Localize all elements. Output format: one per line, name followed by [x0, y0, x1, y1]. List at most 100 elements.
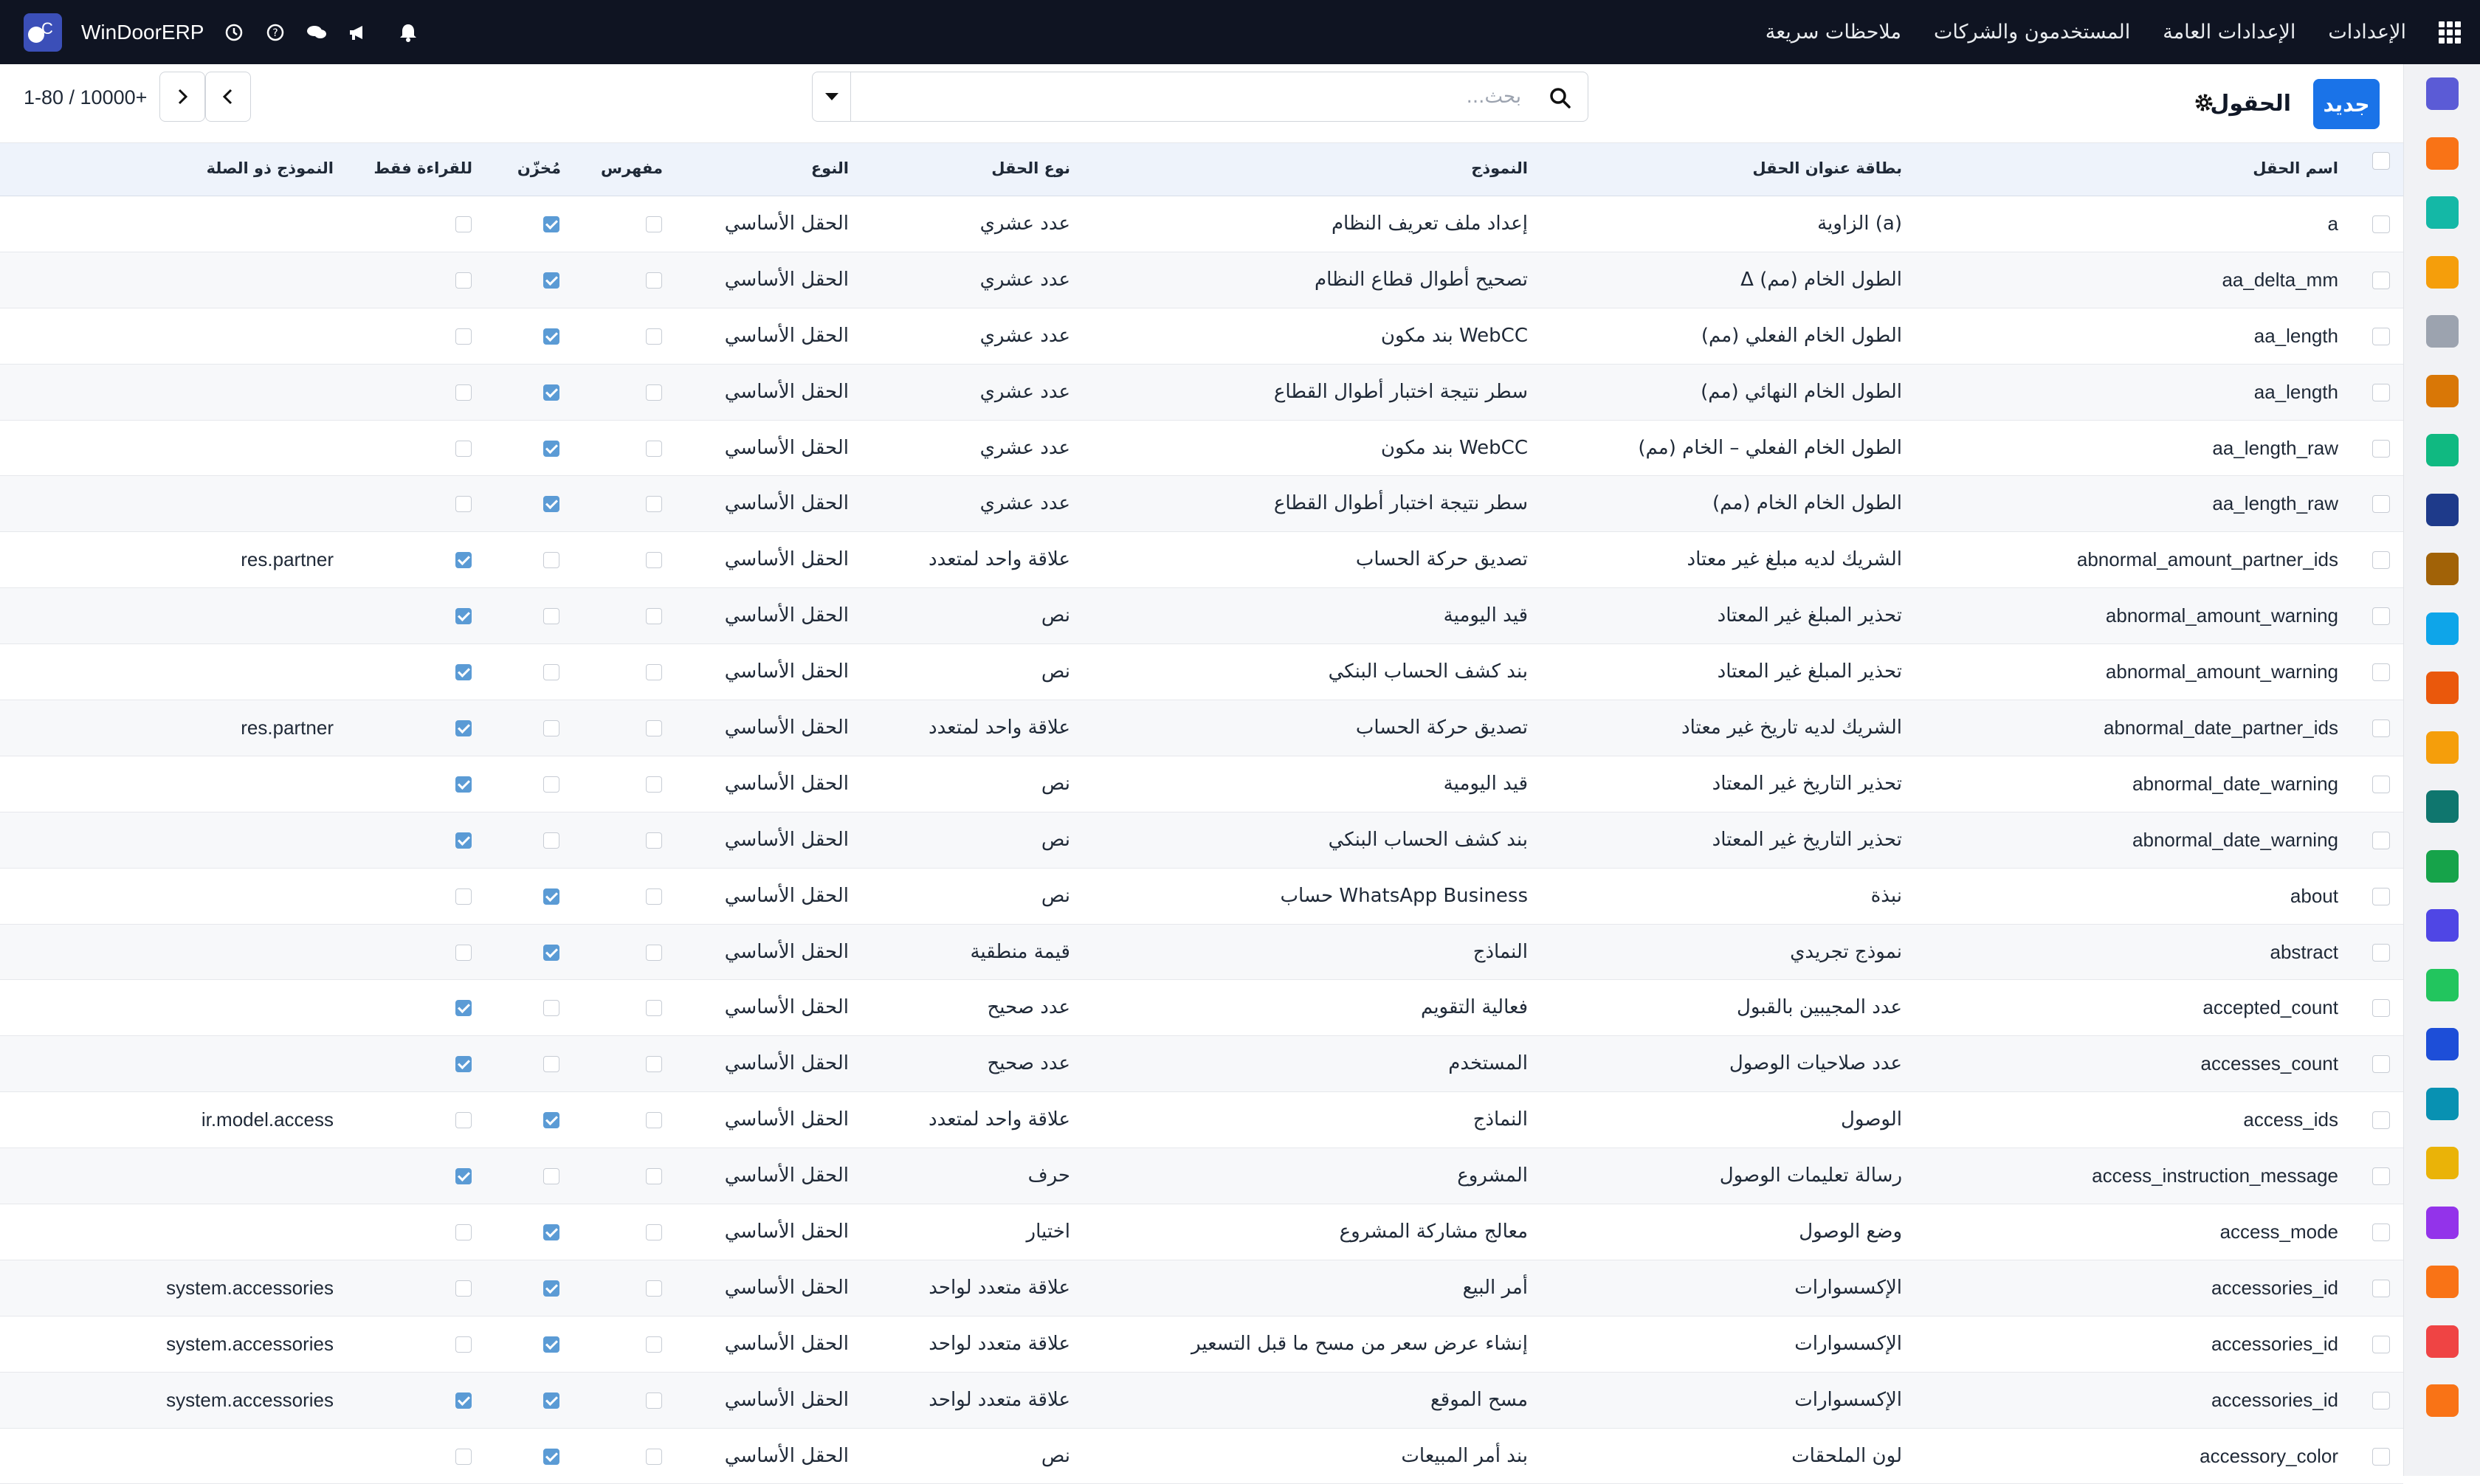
row-select-checkbox[interactable]	[2372, 271, 2390, 289]
tasks-app-icon[interactable]	[2426, 434, 2459, 466]
settings-app-icon[interactable]	[2426, 1325, 2459, 1358]
select-all-checkbox[interactable]	[2372, 152, 2390, 170]
table-row[interactable]: accepted_count عدد المجيبين بالقبول فعالية…	[0, 980, 2403, 1037]
menu-users-companies[interactable]: المستخدمون والشركات	[1934, 21, 2130, 44]
pager-previous-button[interactable]	[205, 72, 251, 122]
row-select-checkbox[interactable]	[2372, 607, 2390, 626]
megaphone-icon[interactable]	[347, 21, 369, 44]
row-select-checkbox[interactable]	[2372, 1167, 2390, 1186]
calendar-app-icon[interactable]	[2426, 731, 2459, 764]
row-select-checkbox[interactable]	[2372, 887, 2390, 905]
readonly-checkbox	[455, 664, 472, 681]
menu-general-settings[interactable]: الإعدادات العامة	[2163, 21, 2295, 44]
products-app-icon[interactable]	[2426, 553, 2459, 585]
table-row[interactable]: accessories_id الإكسسوارات إنشاء عرض سعر م…	[0, 1316, 2403, 1373]
column-indexed[interactable]: مفهرس	[601, 159, 663, 177]
row-select-checkbox[interactable]	[2372, 1447, 2390, 1466]
mail-app-icon[interactable]	[2426, 77, 2459, 110]
menu-quick-notes[interactable]: ملاحظات سريعة	[1766, 21, 1901, 44]
column-field-name[interactable]: اسم الحقل	[2253, 159, 2338, 177]
table-row[interactable]: aa_length_raw الطول الخام الخام (مم) سطر ن…	[0, 476, 2403, 533]
row-select-checkbox[interactable]	[2372, 551, 2390, 570]
brand-name[interactable]: WinDoorERP	[81, 21, 204, 44]
column-related-model[interactable]: النموذج ذو الصلة	[207, 159, 334, 177]
row-select-checkbox[interactable]	[2372, 831, 2390, 849]
search-options-toggle[interactable]	[813, 72, 851, 121]
column-field-type[interactable]: نوع الحقل	[991, 159, 1070, 177]
table-row[interactable]: abnormal_amount_warning تحذير المبلغ غير …	[0, 644, 2403, 701]
company-logo[interactable]	[24, 13, 62, 52]
column-field-label[interactable]: بطاقة عنوان الحقل	[1752, 159, 1902, 177]
employees-app-icon[interactable]	[2426, 672, 2459, 704]
search-icon[interactable]	[1548, 86, 1573, 111]
column-model[interactable]: النموذج	[1471, 159, 1528, 177]
row-select-checkbox[interactable]	[2372, 1391, 2390, 1409]
table-row[interactable]: a الزاوية (a) إعداد ملف تعريف النظام عدد عش…	[0, 196, 2403, 252]
chat-icon[interactable]	[306, 21, 328, 44]
row-select-checkbox[interactable]	[2372, 663, 2390, 682]
row-select-checkbox[interactable]	[2372, 1111, 2390, 1130]
table-row[interactable]: aa_delta_mm Δ الطول الخام (مم) تصحيح أطوال…	[0, 252, 2403, 308]
column-kind[interactable]: النوع	[811, 159, 849, 177]
clock-icon[interactable]	[223, 21, 245, 44]
row-select-checkbox[interactable]	[2372, 775, 2390, 793]
gear-icon[interactable]	[2194, 92, 2214, 113]
menu-settings[interactable]: الإعدادات	[2328, 21, 2406, 44]
row-select-checkbox[interactable]	[2372, 1224, 2390, 1242]
pager-value[interactable]: 1-80 / 10000+	[24, 86, 147, 109]
documents-app-icon[interactable]	[2426, 493, 2459, 526]
column-readonly[interactable]: للقراءة فقط	[373, 159, 472, 177]
table-row[interactable]: access_instruction_message رسالة تعليمات …	[0, 1148, 2403, 1205]
table-row[interactable]: access_ids الوصول النماذج علاقة واحد لمتعدد…	[0, 1092, 2403, 1149]
table-row[interactable]: about نبذة حساب WhatsApp Business نص الحقل ا…	[0, 869, 2403, 925]
table-row[interactable]: aa_length_raw الطول الخام الفعلي – الخام …	[0, 421, 2403, 477]
apps-grid-icon[interactable]	[2439, 21, 2461, 44]
sales-app-icon[interactable]	[2426, 196, 2459, 229]
website-app-icon[interactable]	[2426, 1087, 2459, 1120]
table-row[interactable]: abnormal_date_partner_ids الشريك لديه تار…	[0, 700, 2403, 756]
table-row[interactable]: aa_length الطول الخام النهائي (مم) سطر نتي…	[0, 364, 2403, 421]
row-select-checkbox[interactable]	[2372, 943, 2390, 962]
table-row[interactable]: abnormal_amount_warning تحذير المبلغ غير …	[0, 588, 2403, 645]
row-select-checkbox[interactable]	[2372, 495, 2390, 514]
table-row[interactable]: aa_length الطول الخام الفعلي (مم) بند مكون…	[0, 308, 2403, 365]
search-input[interactable]	[857, 81, 1521, 112]
discuss-app-icon[interactable]	[2426, 1028, 2459, 1060]
accounting-app-icon[interactable]	[2426, 1206, 2459, 1239]
row-select-checkbox[interactable]	[2372, 999, 2390, 1018]
contacts-app-icon[interactable]	[2426, 374, 2459, 407]
field-name-cell: abnormal_date_warning	[2132, 772, 2338, 795]
inventory-app-icon[interactable]	[2426, 315, 2459, 348]
row-select-checkbox[interactable]	[2372, 439, 2390, 458]
whatsapp-app-icon[interactable]	[2426, 968, 2459, 1001]
row-select-checkbox[interactable]	[2372, 1055, 2390, 1074]
table-row[interactable]: access_mode وضع الوصول معالج مشاركة المشرو…	[0, 1204, 2403, 1260]
row-select-checkbox[interactable]	[2372, 719, 2390, 738]
table-row[interactable]: abnormal_date_warning تحذير التاريخ غير ا…	[0, 756, 2403, 812]
table-row[interactable]: abnormal_amount_partner_ids الشريك لديه م…	[0, 532, 2403, 589]
row-select-checkbox[interactable]	[2372, 327, 2390, 345]
telegram-app-icon[interactable]	[2426, 1147, 2459, 1179]
sign-app-icon[interactable]	[2426, 790, 2459, 823]
new-button[interactable]: جديد	[2313, 79, 2380, 129]
dashboard-app-icon[interactable]	[2426, 909, 2459, 942]
table-row[interactable]: accesses_count عدد صلاحيات الوصول المستخدم…	[0, 1036, 2403, 1093]
row-select-checkbox[interactable]	[2372, 1335, 2390, 1353]
column-stored[interactable]: مُخزّن	[517, 159, 561, 177]
help-icon[interactable]: ?	[264, 21, 286, 44]
table-row[interactable]: abnormal_date_warning تحذير التاريخ غير ا…	[0, 812, 2403, 869]
bell-icon[interactable]	[397, 21, 419, 44]
row-select-checkbox[interactable]	[2372, 215, 2390, 233]
table-row[interactable]: accessories_id الإكسسوارات مسح الموقع علاقة…	[0, 1372, 2403, 1429]
chat-app-icon[interactable]	[2426, 137, 2459, 170]
manufacturing-app-icon[interactable]	[2426, 1266, 2459, 1298]
row-select-checkbox[interactable]	[2372, 1279, 2390, 1297]
reports-app-icon[interactable]	[2426, 255, 2459, 289]
table-row[interactable]: abstract نموذج تجريدي النماذج قيمة منطقية ال…	[0, 924, 2403, 981]
table-row[interactable]: accessories_id الإكسسوارات أمر البيع علاقة …	[0, 1260, 2403, 1316]
profile-app-icon[interactable]	[2426, 849, 2459, 883]
row-select-checkbox[interactable]	[2372, 383, 2390, 401]
pager-next-button[interactable]	[159, 72, 205, 122]
invoice-app-icon[interactable]	[2426, 612, 2459, 645]
plugin-app-icon[interactable]	[2426, 1384, 2459, 1417]
